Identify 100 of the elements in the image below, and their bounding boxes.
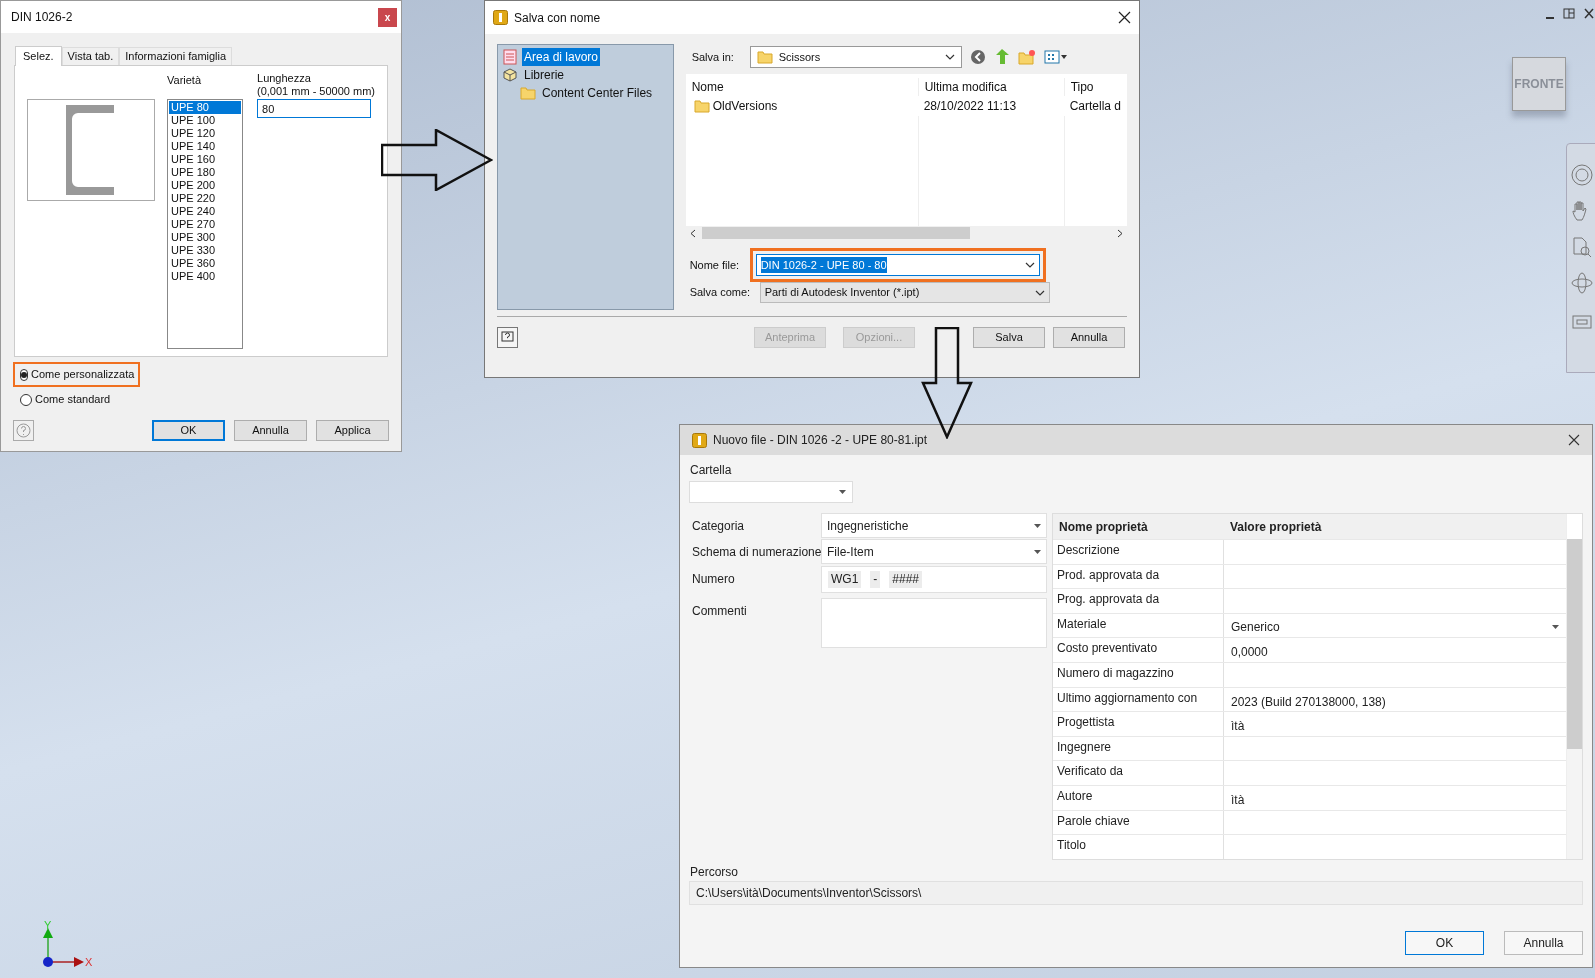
list-item[interactable]: UPE 360: [169, 257, 241, 270]
app-icon: [692, 432, 707, 448]
vertical-scrollbar[interactable]: [1566, 514, 1582, 859]
scroll-right-icon[interactable]: [1117, 228, 1123, 238]
column-header[interactable]: Tipo: [1063, 78, 1127, 96]
tree-item[interactable]: Area di lavoro: [522, 48, 601, 66]
list-item[interactable]: UPE 180: [169, 166, 241, 179]
dropdown-caret-icon: [1552, 625, 1559, 630]
field-label: Numero: [691, 571, 736, 588]
dialog-button[interactable]: OK: [1405, 931, 1484, 955]
property-value[interactable]: ìtà: [1224, 712, 1566, 736]
number-segment[interactable]: ####: [889, 571, 923, 588]
window-title: Salva con nome: [514, 9, 602, 27]
property-value[interactable]: 2023 (Build 270138000, 138): [1224, 687, 1566, 712]
radio-option[interactable]: Come personalizzata: [13, 362, 140, 387]
file-type-dropdown[interactable]: Parti di Autodesk Inventor (*.ipt): [759, 282, 1050, 303]
field-label: Commenti: [691, 603, 748, 620]
column-header[interactable]: Nome: [685, 78, 918, 96]
dialog-button[interactable]: Applica: [316, 420, 389, 441]
window-title: DIN 1026-2: [11, 9, 73, 26]
property-dropdown[interactable]: Generico: [1224, 613, 1566, 638]
list-item[interactable]: UPE 400: [169, 270, 241, 283]
close-button[interactable]: x: [378, 7, 397, 27]
table-cell-text: 28/10/2022 11:13: [922, 98, 1018, 115]
radio-option[interactable]: Come standard: [13, 387, 140, 412]
column-header: Nome proprietà: [1058, 518, 1149, 536]
back-icon[interactable]: [969, 49, 986, 65]
property-name: Costo preventivato: [1053, 638, 1224, 662]
property-value: Generico: [1231, 619, 1281, 637]
list-item[interactable]: UPE 300: [169, 231, 241, 244]
help-icon: [501, 331, 514, 344]
tree-item[interactable]: Content Center Files: [540, 84, 655, 102]
field-label: Nome file:: [689, 257, 740, 273]
property-name: Titolo: [1053, 835, 1224, 859]
dialog-button[interactable]: Annulla: [1504, 931, 1583, 955]
comments-field[interactable]: [821, 598, 1047, 648]
list-item[interactable]: UPE 270: [169, 218, 241, 231]
axis-label: Y: [44, 920, 52, 931]
scroll-left-icon[interactable]: [689, 228, 696, 238]
list-item[interactable]: UPE 330: [169, 244, 241, 257]
file-name-cell[interactable]: OldVersions: [712, 97, 778, 115]
close-icon[interactable]: [1118, 11, 1131, 24]
dialog-button[interactable]: Salva: [973, 327, 1045, 348]
dialog-button[interactable]: OK: [152, 420, 225, 441]
close-icon[interactable]: [1568, 434, 1580, 446]
list-item[interactable]: UPE 100: [169, 114, 241, 127]
length-field[interactable]: 80: [257, 99, 371, 118]
view-menu-icon[interactable]: [1043, 49, 1068, 65]
property-name: Verificato da: [1053, 761, 1224, 785]
variety-list[interactable]: UPE 80 UPE 100 UPE 120 UPE 140 UPE 160 UPE 180 UPE 200 UPE 220 UPE 240 UPE 270 UPE 300 UPE 330 UPE 360 UPE 400: [167, 99, 243, 349]
orbit-icon[interactable]: [1571, 272, 1593, 294]
property-name: Prod. approvata da: [1053, 564, 1224, 589]
help-icon: [16, 423, 31, 438]
property-name: Parole chiave: [1053, 810, 1224, 835]
property-name: Materiale: [1053, 613, 1224, 638]
dropdown-caret-icon: [1034, 523, 1041, 528]
help-button[interactable]: [497, 327, 518, 348]
list-item[interactable]: UPE 160: [169, 153, 241, 166]
list-item[interactable]: UPE 120: [169, 127, 241, 140]
radio-button[interactable]: [20, 393, 32, 406]
number-segment[interactable]: WG1: [828, 571, 862, 588]
property-value[interactable]: ìtà: [1224, 785, 1566, 810]
steering-wheel-icon[interactable]: [1571, 164, 1593, 186]
list-item[interactable]: UPE 200: [169, 179, 241, 192]
tab[interactable]: Selez.: [15, 46, 62, 66]
property-value[interactable]: 0,0000: [1224, 638, 1566, 662]
window-controls-drawing[interactable]: [1546, 6, 1594, 20]
table-cell-text: Cartella d: [1068, 98, 1122, 115]
dropdown-caret-icon: [839, 490, 846, 494]
tab[interactable]: Vista tab.: [61, 47, 120, 65]
new-folder-icon[interactable]: [1017, 49, 1036, 65]
zoom-icon[interactable]: [1571, 236, 1593, 258]
list-item[interactable]: UPE 140: [169, 140, 241, 153]
property-name: Ingegnere: [1053, 736, 1224, 761]
field-value: DIN 1026-2 - UPE 80 - 80: [760, 256, 887, 274]
dropdown-field[interactable]: Ingegneristiche: [821, 513, 1047, 538]
folder-icon: [693, 99, 710, 113]
app-icon: [493, 10, 508, 25]
dialog-button[interactable]: Annulla: [1053, 327, 1125, 348]
field-label: Salva come:: [689, 285, 750, 301]
tab[interactable]: Informazioni famiglia: [119, 47, 233, 65]
dropdown-field[interactable]: File-Item: [821, 539, 1047, 564]
radio-button[interactable]: [20, 368, 28, 381]
workspace-icon: [502, 49, 518, 65]
field-value: C:\Users\ità\Documents\Inventor\Scissors\: [696, 885, 922, 902]
radio-label: Come standard: [35, 392, 111, 408]
tree-item[interactable]: Librerie: [522, 66, 567, 84]
property-name: Progettista: [1053, 712, 1224, 736]
window-title: Nuovo file - DIN 1026 -2 - UPE 80-81.ipt: [713, 432, 929, 449]
folder-dropdown[interactable]: Scissors: [749, 46, 962, 68]
list-item[interactable]: UPE 220: [169, 192, 241, 205]
field-hint: (0,001 mm - 50000 mm): [257, 85, 375, 98]
dialog-button[interactable]: Annulla: [234, 420, 307, 441]
list-item[interactable]: UPE 80: [169, 101, 241, 114]
help-button[interactable]: [13, 420, 34, 441]
dropdown-value: File-Item: [827, 543, 875, 561]
column-header[interactable]: Ultima modifica: [917, 78, 1064, 96]
file-name-field[interactable]: DIN 1026-2 - UPE 80 - 80: [755, 254, 1040, 276]
number-segment[interactable]: -: [870, 571, 881, 588]
list-item[interactable]: UPE 240: [169, 205, 241, 218]
